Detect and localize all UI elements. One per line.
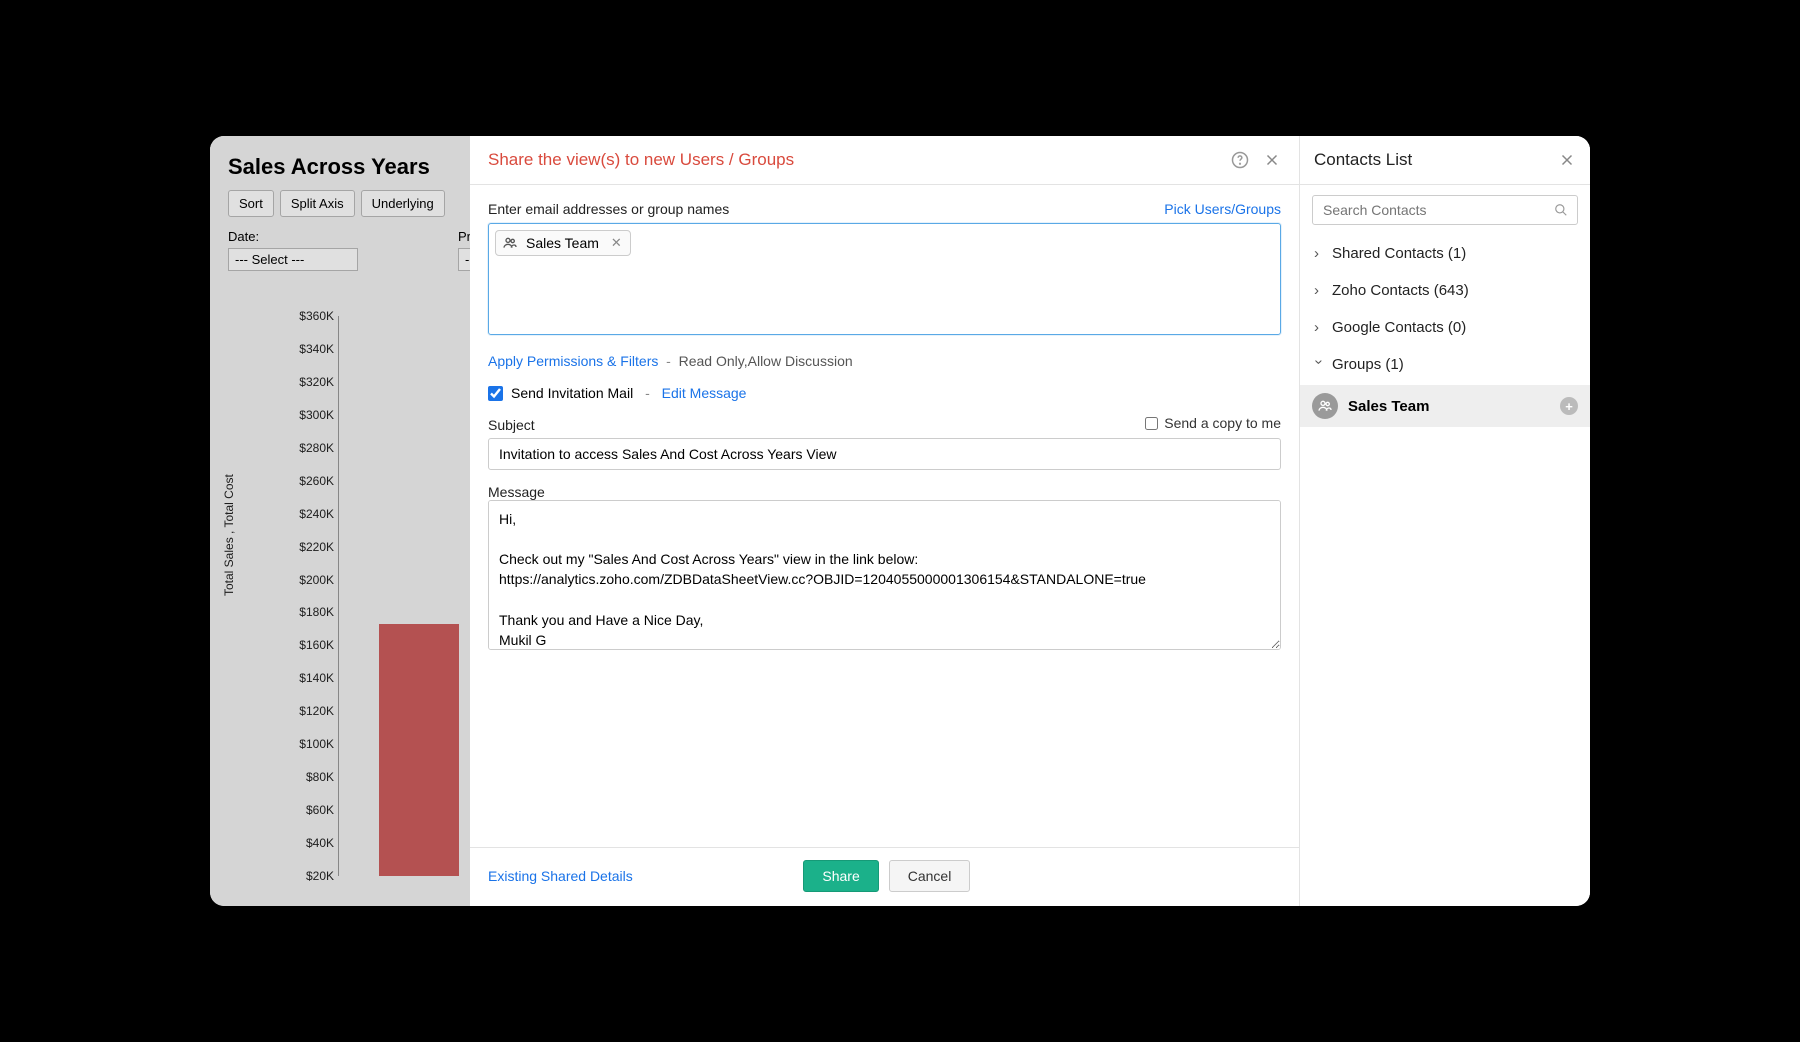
search-icon (1554, 203, 1568, 217)
y-tick: $240K (274, 507, 334, 521)
y-tick: $340K (274, 342, 334, 356)
contacts-item-label: Sales Team (1348, 398, 1429, 415)
y-tick: $160K (274, 638, 334, 652)
y-tick: $80K (274, 770, 334, 784)
chevron-right-icon: › (1314, 319, 1324, 336)
subject-label: Subject (488, 417, 535, 433)
y-tick: $120K (274, 704, 334, 718)
send-copy-checkbox[interactable] (1145, 417, 1158, 430)
edit-message-link[interactable]: Edit Message (662, 385, 747, 401)
share-button[interactable]: Share (803, 860, 878, 892)
recipients-input[interactable]: Sales Team ✕ (488, 223, 1281, 335)
y-tick: $320K (274, 375, 334, 389)
subject-input[interactable] (488, 438, 1281, 470)
filter-date-label: Date: (228, 229, 358, 244)
y-tick: $180K (274, 605, 334, 619)
chip-remove-icon[interactable]: ✕ (611, 235, 622, 251)
message-textarea[interactable] (488, 500, 1281, 650)
contacts-group-shared[interactable]: › Shared Contacts (1) (1300, 235, 1590, 272)
chart-bar (379, 624, 459, 876)
send-invitation-checkbox[interactable] (488, 386, 503, 401)
group-avatar-icon (1312, 393, 1338, 419)
share-title: Share the view(s) to new Users / Groups (488, 150, 1231, 170)
y-tick: $140K (274, 671, 334, 685)
split-axis-button[interactable]: Split Axis (280, 190, 355, 217)
apply-permissions-link[interactable]: Apply Permissions & Filters (488, 353, 658, 369)
share-modal: Share the view(s) to new Users / Groups … (470, 136, 1300, 906)
close-icon[interactable] (1263, 151, 1281, 169)
y-tick: $40K (274, 836, 334, 850)
y-tick: $260K (274, 474, 334, 488)
chevron-right-icon: › (1314, 245, 1324, 262)
y-tick: $60K (274, 803, 334, 817)
y-tick: $360K (274, 309, 334, 323)
contacts-list-item[interactable]: Sales Team + (1300, 385, 1590, 427)
recipient-chip: Sales Team ✕ (495, 230, 631, 256)
existing-shared-link[interactable]: Existing Shared Details (488, 868, 633, 884)
sort-button[interactable]: Sort (228, 190, 274, 217)
contacts-group-zoho[interactable]: › Zoho Contacts (643) (1300, 272, 1590, 309)
add-icon[interactable]: + (1560, 397, 1578, 415)
pick-users-link[interactable]: Pick Users/Groups (1164, 201, 1281, 217)
underlying-button[interactable]: Underlying (361, 190, 445, 217)
help-icon[interactable] (1231, 151, 1249, 169)
y-tick: $100K (274, 737, 334, 751)
chevron-right-icon: › (1314, 282, 1324, 299)
contacts-panel: Contacts List › Shared Contacts (1) › Zo… (1300, 136, 1590, 906)
chip-label: Sales Team (526, 235, 599, 251)
search-contacts-input[interactable] (1312, 195, 1578, 225)
y-tick: $300K (274, 408, 334, 422)
y-tick: $200K (274, 573, 334, 587)
send-copy-label: Send a copy to me (1164, 415, 1281, 431)
contacts-title: Contacts List (1314, 150, 1558, 170)
y-axis: $360K$340K$320K$300K$280K$260K$240K$220K… (256, 316, 334, 876)
message-label: Message (488, 484, 1281, 500)
y-tick: $20K (274, 869, 334, 883)
send-invitation-label: Send Invitation Mail (511, 385, 633, 401)
contacts-group-google[interactable]: › Google Contacts (0) (1300, 309, 1590, 346)
y-tick: $220K (274, 540, 334, 554)
cancel-button[interactable]: Cancel (889, 860, 971, 892)
permissions-summary: Read Only,Allow Discussion (679, 353, 853, 369)
filter-date-select[interactable]: --- Select --- (228, 248, 358, 271)
recipients-label: Enter email addresses or group names (488, 201, 729, 217)
group-icon (502, 235, 518, 251)
y-axis-title: Total Sales , Total Cost (222, 474, 236, 596)
y-tick: $280K (274, 441, 334, 455)
chevron-down-icon: › (1311, 360, 1328, 370)
contacts-group-groups[interactable]: › Groups (1) (1300, 346, 1590, 383)
close-icon[interactable] (1558, 151, 1576, 169)
